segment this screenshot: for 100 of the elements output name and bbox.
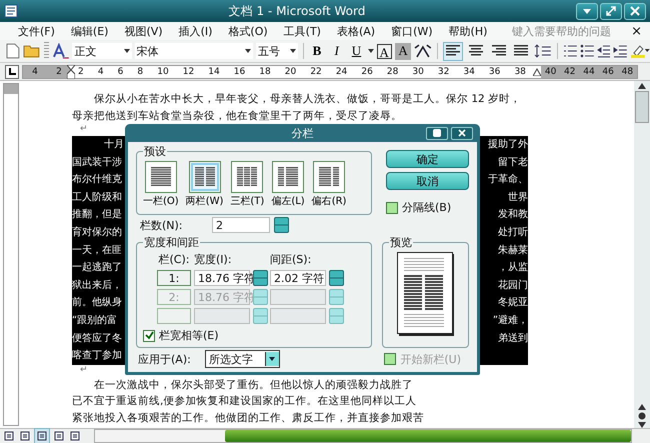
view-button[interactable] [34, 428, 50, 443]
previous-page-icon[interactable] [638, 404, 646, 410]
apply-to-dropdown[interactable]: 所选文字 [204, 350, 280, 368]
ruler-number: 22 [310, 66, 322, 76]
character-scaling-icon[interactable] [414, 44, 432, 58]
decrease-indent-icon[interactable] [596, 44, 610, 58]
align-icon [514, 45, 528, 57]
column-layout-icon [319, 167, 340, 187]
bold-button[interactable]: B [308, 42, 326, 60]
style-dropdown[interactable]: 正文 [72, 43, 132, 59]
equal-width-checkbox[interactable]: 栏宽相等(E) [143, 328, 365, 343]
selected-text: 发和教 [497, 208, 528, 222]
width-field[interactable] [194, 308, 250, 324]
ruler-number: 10 [157, 66, 169, 76]
menu-item[interactable]: 工具(T) [276, 24, 329, 38]
cancel-button[interactable]: 取消 [386, 172, 469, 190]
ruler-number: 14 [208, 66, 220, 76]
close-document-button[interactable]: × [631, 24, 642, 38]
menu-item[interactable]: 帮助(H) [440, 24, 496, 38]
menu-item[interactable]: 插入(I) [170, 24, 220, 38]
page-view-icon [54, 431, 64, 441]
spacing-field[interactable]: 2.02 字符 [270, 270, 326, 286]
ruler-number: 48 [622, 66, 634, 76]
dialog-title: 分栏 [292, 126, 314, 140]
page-view-icon [20, 431, 30, 441]
selected-text: 育对保尔的 [72, 226, 123, 240]
group-label: 宽度和间距 [143, 235, 200, 250]
scroll-up-icon[interactable] [638, 83, 646, 89]
spinner-icon[interactable] [274, 217, 289, 233]
column-layout-icon [194, 167, 215, 187]
minimize-button[interactable] [576, 2, 598, 20]
ok-button[interactable]: 确定 [386, 150, 469, 168]
indent-marker-icon[interactable] [67, 64, 75, 78]
spacing-field[interactable] [270, 289, 326, 305]
line-between-checkbox[interactable]: 分隔线(B) [386, 200, 469, 215]
numbering-icon[interactable] [562, 44, 577, 58]
column-count-label: 栏数(N): [140, 218, 184, 232]
help-button[interactable] [426, 126, 448, 140]
bullets-icon[interactable] [580, 44, 594, 58]
restore-button[interactable] [600, 2, 622, 20]
selected-text: 一起逃跑了 [72, 260, 123, 276]
view-button[interactable] [52, 429, 66, 443]
menu-item[interactable]: 文件(F) [10, 24, 63, 38]
ruler-number: 2 [56, 66, 62, 76]
view-button[interactable] [2, 429, 16, 443]
menu-item[interactable]: 表格(A) [328, 24, 384, 38]
menu-item[interactable]: 窗口(W) [383, 24, 441, 38]
column-number-box: 2: [157, 289, 191, 305]
menu-item[interactable]: 格式(O) [220, 24, 276, 38]
open-folder-icon[interactable] [22, 44, 41, 58]
character-border-button[interactable]: A [376, 44, 392, 58]
selected-text: 前。他纵身 [72, 296, 123, 310]
menu-item[interactable]: 视图(V) [116, 24, 171, 38]
right-indent-marker-icon[interactable] [533, 68, 541, 76]
selected-text: 一天，在匪 [72, 244, 123, 258]
view-button[interactable] [18, 429, 32, 443]
document-text: 母亲把他送到车站食堂当杂役，他在食堂里干了两年，受尽了凌辱。 [72, 108, 402, 124]
spinner-icon[interactable] [253, 270, 268, 286]
font-size-dropdown[interactable]: 五号 [256, 43, 298, 59]
page-view-icon [4, 431, 14, 441]
underline-button[interactable]: U [348, 42, 365, 60]
character-shading-button[interactable]: A [394, 42, 412, 60]
apply-to-label: 应用于(A): [138, 352, 191, 366]
selected-text: 弟送到 [497, 332, 528, 346]
selected-text: 十月 [103, 138, 124, 152]
paragraph-mark: ↵ [80, 124, 88, 135]
highlight-icon[interactable] [630, 44, 650, 58]
caret-icon [245, 49, 252, 53]
column-count-field[interactable]: 2 [212, 217, 270, 233]
view-button[interactable] [68, 429, 82, 443]
ruler-number: 24 [336, 66, 348, 76]
horizontal-scrollbar[interactable] [94, 429, 632, 443]
align-button[interactable] [443, 42, 463, 60]
new-document-icon[interactable] [6, 43, 20, 59]
ruler-number: 12 [182, 66, 194, 76]
menu-item[interactable]: 编辑(E) [62, 24, 116, 38]
italic-button[interactable]: I [328, 42, 346, 60]
checkmark-icon [144, 331, 154, 340]
column-layout-icon [278, 167, 298, 187]
page-view-icon [70, 431, 80, 441]
group-label: 预设 [143, 144, 167, 159]
selected-text: 世界 [507, 190, 528, 205]
vertical-scrollbar[interactable] [634, 81, 650, 428]
font-dropdown[interactable]: 宋体 [134, 43, 254, 59]
ruler-number: 20 [284, 66, 296, 76]
increase-indent-icon[interactable] [613, 44, 628, 58]
scroll-thumb[interactable] [635, 91, 649, 123]
close-button[interactable] [624, 2, 646, 20]
dialog-close-button[interactable] [451, 126, 473, 140]
browse-object-icon[interactable] [638, 412, 646, 420]
tab-selector-icon[interactable] [5, 64, 19, 78]
selected-text: 花园门 [497, 278, 528, 293]
styles-icon[interactable] [52, 43, 70, 59]
align-icon [468, 45, 483, 57]
ruler-number: 38 [514, 66, 526, 76]
spacing-field[interactable] [270, 308, 326, 324]
spinner-icon[interactable] [329, 270, 344, 286]
selected-text: 狱出来后， [72, 278, 123, 293]
line-spacing-icon[interactable] [534, 44, 552, 58]
caret-icon[interactable] [368, 49, 374, 53]
